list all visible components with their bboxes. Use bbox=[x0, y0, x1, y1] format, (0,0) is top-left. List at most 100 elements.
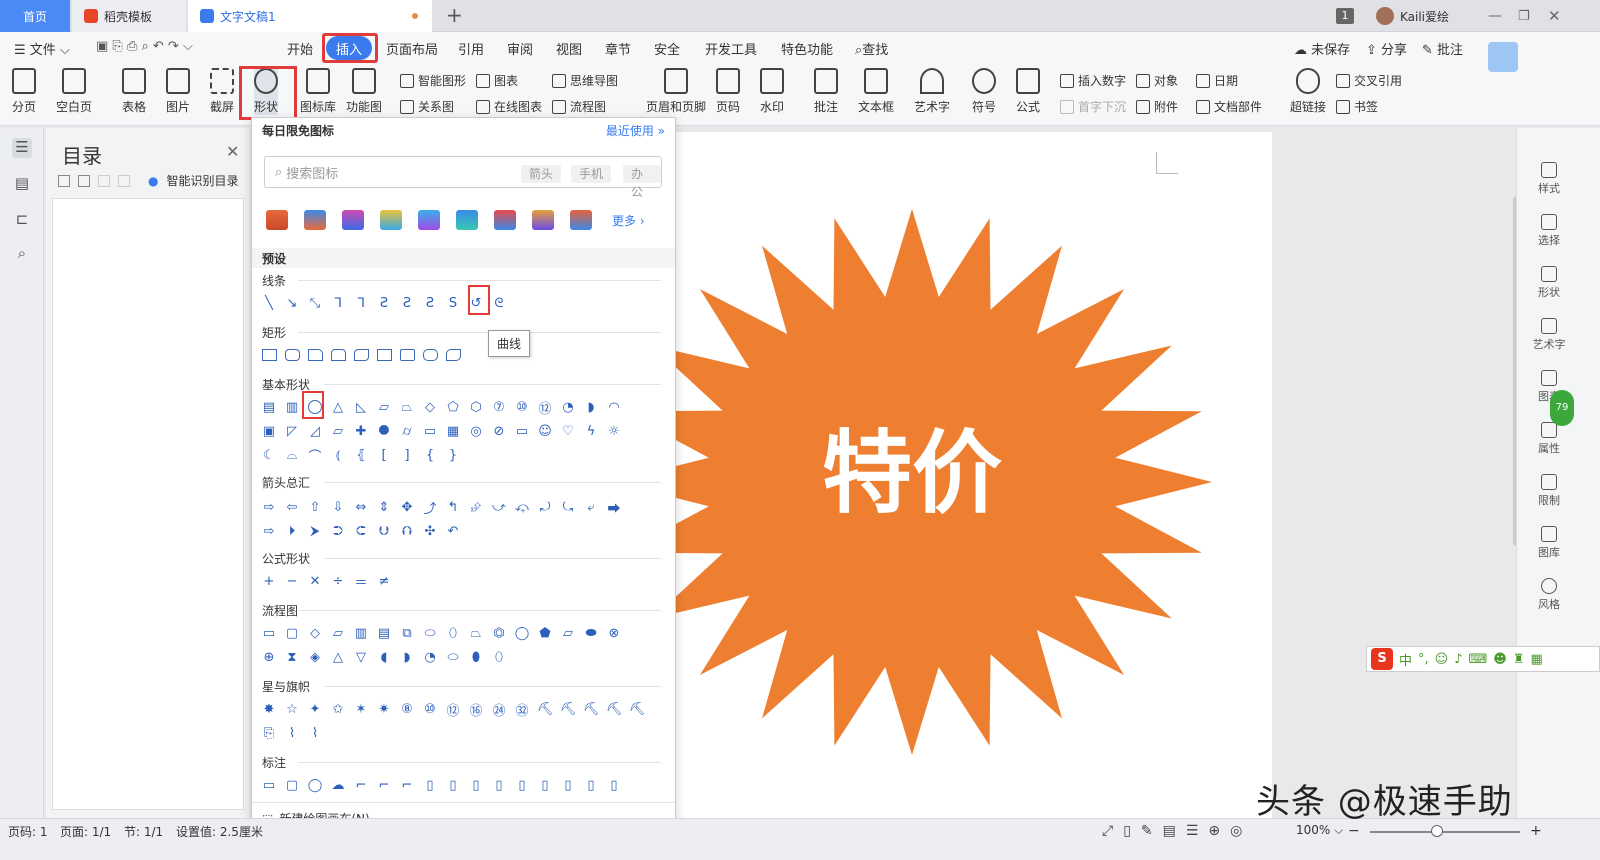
shape-item[interactable]: ⏢ bbox=[398, 398, 416, 416]
shirt-icon[interactable]: ♜ bbox=[1513, 652, 1525, 667]
zoom-slider-knob[interactable] bbox=[1431, 825, 1443, 837]
minimize-icon[interactable]: — bbox=[1488, 0, 1502, 32]
emoji-icon[interactable]: ☺ bbox=[1435, 652, 1449, 667]
maximize-icon[interactable]: ❐ bbox=[1518, 0, 1530, 32]
shape-item[interactable]: ☾ bbox=[260, 446, 278, 464]
shape-item[interactable]: ⎘ bbox=[260, 724, 278, 742]
shape-item[interactable]: ⤽ bbox=[513, 498, 531, 516]
shape-item[interactable]: ▥ bbox=[352, 624, 370, 642]
shape-item[interactable]: ⇨ bbox=[260, 498, 278, 516]
icon-search-input[interactable]: ⌕ 搜索图标 箭头 手机 办公 bbox=[264, 156, 662, 199]
shape-item[interactable]: ☺ bbox=[536, 422, 554, 440]
shape-button[interactable]: 形状 bbox=[254, 68, 279, 115]
shape-item[interactable]: ⬮ bbox=[467, 648, 485, 666]
shape-item[interactable]: ⦅ bbox=[329, 446, 347, 464]
free-icon-tools[interactable] bbox=[342, 210, 364, 230]
relation-button[interactable]: 关系图 bbox=[400, 98, 454, 115]
find-nav-icon[interactable]: ⌕ bbox=[12, 244, 32, 264]
hyperlink-button[interactable]: 超链接 bbox=[1290, 68, 1326, 115]
shape-item[interactable]: ✶ bbox=[352, 700, 370, 718]
shape-item[interactable]: ◈ bbox=[306, 648, 324, 666]
shape-item[interactable]: ◗ bbox=[398, 648, 416, 666]
shape-item[interactable]: ⇕ bbox=[375, 498, 393, 516]
shape-item[interactable]: ⏣ bbox=[490, 624, 508, 642]
shape-item[interactable] bbox=[398, 346, 416, 364]
zoom-in-icon[interactable]: + bbox=[1530, 823, 1542, 839]
bookmark-nav-icon[interactable]: ⊏ bbox=[12, 210, 32, 230]
shape-item[interactable]: ☁ bbox=[329, 776, 347, 794]
file-menu[interactable]: ☰ 文件 ⌵ bbox=[14, 39, 70, 58]
shape-item[interactable]: ᒣ bbox=[352, 294, 370, 312]
shape-item[interactable]: ✩ bbox=[329, 700, 347, 718]
shape-item[interactable]: ✦ bbox=[306, 700, 324, 718]
shape-item[interactable]: ◎ bbox=[467, 422, 485, 440]
shape-item[interactable]: ▦ bbox=[444, 422, 462, 440]
zoom-out-icon[interactable]: − bbox=[1348, 823, 1360, 839]
shape-item[interactable]: ⬯ bbox=[490, 648, 508, 666]
rail-gallery[interactable]: 图库 bbox=[1531, 526, 1567, 560]
shape-item[interactable]: ◇ bbox=[306, 624, 324, 642]
formula-button[interactable]: 公式 bbox=[1016, 68, 1040, 115]
shape-item[interactable]: ◯ bbox=[306, 776, 324, 794]
grid-icon[interactable]: ▦ bbox=[1531, 652, 1543, 667]
wordart-button[interactable]: 艺术字 bbox=[914, 68, 950, 115]
collapse-icon[interactable] bbox=[78, 174, 90, 187]
shape-item[interactable]: ⌐ bbox=[375, 776, 393, 794]
shape-item[interactable]: ⑯ bbox=[467, 700, 485, 719]
cross-ref-button[interactable]: 交叉引用 bbox=[1336, 72, 1402, 89]
shape-item[interactable]: ⬡ bbox=[467, 398, 485, 416]
shape-item[interactable]: ╲ bbox=[260, 294, 278, 312]
shape-item[interactable] bbox=[283, 346, 301, 364]
shape-item[interactable]: ◿ bbox=[306, 422, 324, 440]
rail-restrict[interactable]: 限制 bbox=[1531, 474, 1567, 508]
user-account[interactable]: Kaili爱绘 bbox=[1376, 0, 1449, 32]
shape-item[interactable]: ☆ bbox=[283, 700, 301, 718]
smart-graphic-button[interactable]: 智能图形 bbox=[400, 72, 466, 89]
shape-item[interactable]: ⇨ bbox=[260, 522, 278, 540]
shape-item[interactable]: ◗ bbox=[582, 398, 600, 416]
shape-item[interactable]: ◔ bbox=[559, 398, 577, 416]
menu-special[interactable]: 特色功能 bbox=[781, 39, 833, 58]
function-chart-button[interactable]: 功能图 bbox=[346, 68, 382, 115]
shape-item[interactable]: Ꙅ bbox=[421, 294, 439, 312]
free-icon-monitor[interactable] bbox=[456, 210, 478, 230]
free-icon-network[interactable] bbox=[418, 210, 440, 230]
document-page[interactable]: 特价 bbox=[672, 132, 1272, 832]
shape-item[interactable]: ⏢ bbox=[467, 624, 485, 642]
tab-template[interactable]: 稻壳模板 bbox=[72, 0, 186, 32]
page-break-button[interactable]: 分页 bbox=[12, 68, 36, 115]
shape-item[interactable]: ＝ bbox=[352, 572, 370, 591]
new-tab-button[interactable]: + bbox=[446, 3, 463, 27]
view-mode-icons[interactable]: ⤢▯✎▤☰⊕◎ bbox=[1102, 823, 1252, 839]
blank-page-button[interactable]: 空白页 bbox=[56, 68, 92, 115]
menu-dev-tools[interactable]: 开发工具 bbox=[705, 39, 757, 58]
online-chart-button[interactable]: 在线图表 bbox=[476, 98, 542, 115]
free-icon-box[interactable] bbox=[570, 210, 592, 230]
shape-item[interactable]: ϟ bbox=[582, 422, 600, 440]
shape-item[interactable]: ▱ bbox=[329, 422, 347, 440]
shape-item[interactable]: ᒣ bbox=[329, 294, 347, 312]
shape-item[interactable]: ⮞ bbox=[306, 522, 324, 540]
shape-item[interactable]: ▯ bbox=[513, 776, 531, 794]
free-icon-flask[interactable] bbox=[532, 210, 554, 230]
textbox-button[interactable]: 文本框 bbox=[858, 68, 894, 115]
shape-item[interactable]: ÷ bbox=[329, 572, 347, 590]
shape-item[interactable]: ⬭ bbox=[444, 648, 462, 666]
icon-library-button[interactable]: 图标库 bbox=[300, 68, 336, 115]
free-icon-building[interactable] bbox=[304, 210, 326, 230]
shape-item[interactable]: ⬯ bbox=[444, 624, 462, 642]
shape-item[interactable]: ⦃ bbox=[352, 446, 370, 464]
shape-item[interactable]: ⯃ bbox=[375, 422, 393, 440]
shape-item[interactable]: ⊘ bbox=[490, 422, 508, 440]
drop-cap-button[interactable]: 首字下沉 bbox=[1060, 98, 1126, 115]
shape-item[interactable]: ▱ bbox=[329, 624, 347, 642]
rail-wordart[interactable]: 艺术字 bbox=[1531, 318, 1567, 352]
shape-item[interactable]: ⬬ bbox=[582, 624, 600, 642]
chip-arrow[interactable]: 箭头 bbox=[521, 165, 562, 183]
shape-item[interactable]: ⑩ bbox=[421, 700, 439, 718]
shape-item[interactable]: ↰ bbox=[444, 498, 462, 516]
shape-item[interactable]: ⌭ bbox=[398, 422, 416, 440]
shape-item[interactable]: ⤶ bbox=[582, 498, 600, 516]
shape-item[interactable]: ⮕ bbox=[605, 498, 623, 517]
shape-item[interactable]: ◇ bbox=[421, 398, 439, 416]
